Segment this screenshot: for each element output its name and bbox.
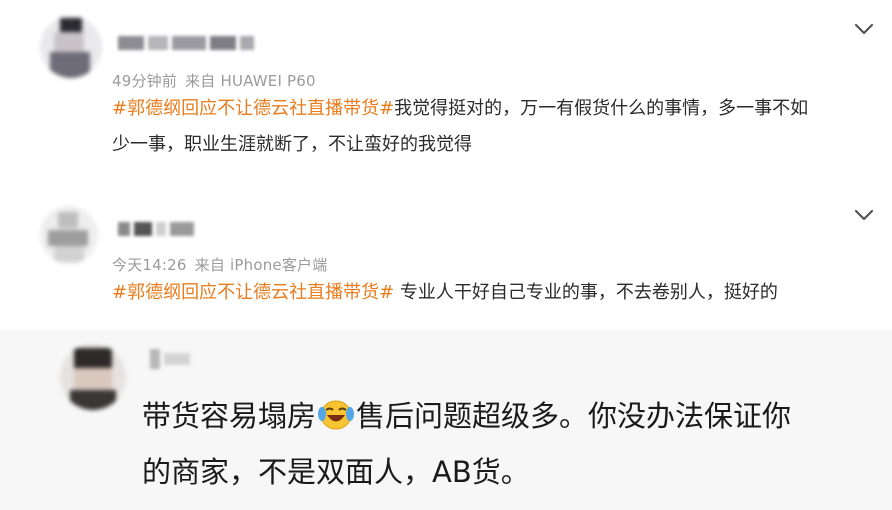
chevron-down-icon[interactable] <box>854 22 874 36</box>
comment-text-3: 带货容易塌房 售后问题超级多。你没办法保证你 的商家，不是双面人，AB货。 <box>142 388 791 500</box>
chevron-down-icon[interactable] <box>854 208 874 222</box>
comment-text-line: 专业人干好自己专业的事，不去卷别人，挺好的 <box>394 282 778 303</box>
comment-text-1: #郭德纲回应不让德云社直播带货#我觉得挺对的，万一有假货什么的事情，多一事不如 … <box>112 91 808 163</box>
comment-text-line: 售后问题超级多。你没办法保证你 <box>356 399 792 433</box>
comment-source: 来自 iPhone客户端 <box>194 256 328 274</box>
comment-text-2: #郭德纲回应不让德云社直播带货# 专业人干好自己专业的事，不去卷别人，挺好的 <box>112 275 778 311</box>
comment-text-line: 带货容易塌房 <box>142 399 317 433</box>
username-blurred-1[interactable] <box>118 32 258 51</box>
comment-card-2: 今天14:26 来自 iPhone客户端 #郭德纲回应不让德云社直播带货# 专业人… <box>0 190 892 330</box>
comment-text-line: 的商家，不是双面人，AB货。 <box>142 455 530 489</box>
comment-meta-1: 49分钟前 来自 HUAWEI P60 <box>112 70 316 91</box>
laughing-tears-emoji-icon <box>318 400 355 430</box>
comment-card-1: 49分钟前 来自 HUAWEI P60 #郭德纲回应不让德云社直播带货#我觉得挺对… <box>0 0 892 190</box>
comment-text-line: 我觉得挺对的，万一有假货什么的事情，多一事不如 <box>394 98 809 119</box>
comment-time: 今天14:26 <box>112 256 187 274</box>
username-blurred-3[interactable] <box>150 348 194 369</box>
comment-time: 49分钟前 <box>112 72 178 90</box>
user-avatar-3[interactable] <box>60 344 126 410</box>
comment-card-3: 带货容易塌房 售后问题超级多。你没办法保证你 的商家，不是双面人，AB货。 <box>0 330 892 510</box>
comment-source: 来自 HUAWEI P60 <box>185 72 316 90</box>
user-avatar-2[interactable] <box>40 206 98 264</box>
hashtag-link[interactable]: #郭德纲回应不让德云社直播带货# <box>112 98 394 119</box>
comment-meta-2: 今天14:26 来自 iPhone客户端 <box>112 254 327 275</box>
comment-text-line: 少一事，职业生涯就断了，不让蛮好的我觉得 <box>112 134 472 155</box>
hashtag-link[interactable]: #郭德纲回应不让德云社直播带货# <box>112 282 394 303</box>
username-blurred-2[interactable] <box>118 218 198 237</box>
user-avatar-1[interactable] <box>40 16 102 78</box>
